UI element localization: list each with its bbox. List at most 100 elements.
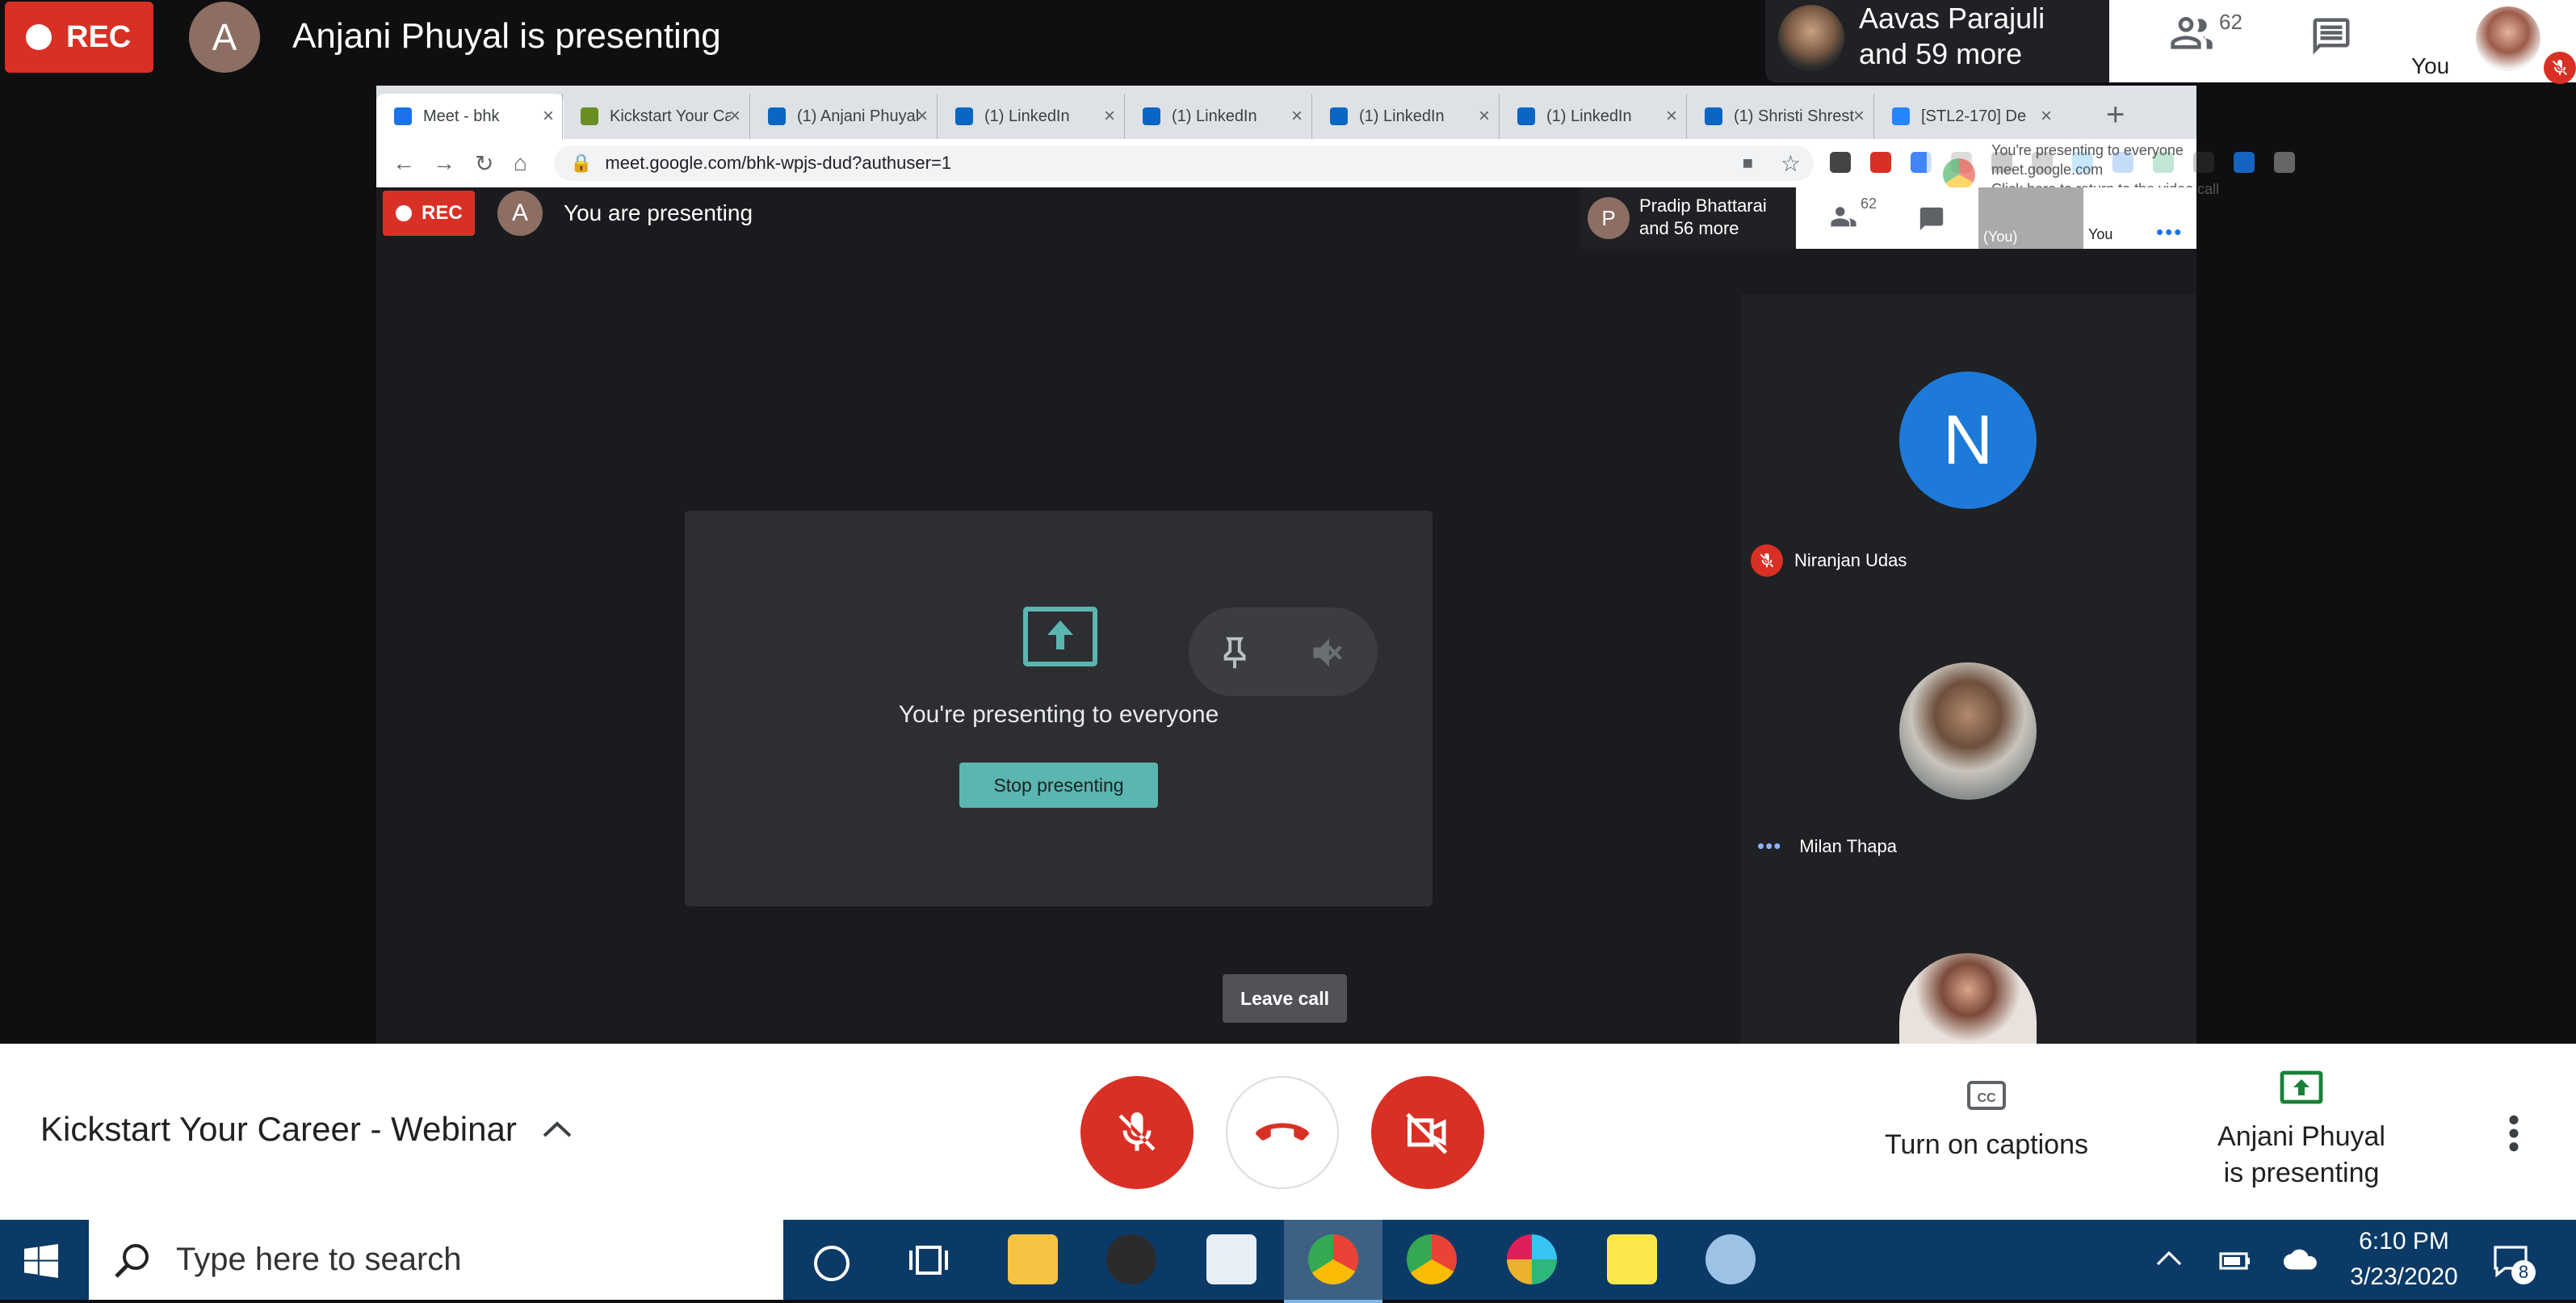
chrome-profile-icon[interactable]: [1407, 1234, 1457, 1284]
chrome-icon: [1943, 158, 1975, 191]
meet-top-right-panel: 62 You: [2109, 0, 2576, 84]
inner-participant-avatar: P: [1588, 197, 1630, 239]
inner-participant-name: Pradip Bhattarai: [1639, 195, 1767, 216]
participant-preview-more: and 59 more: [1859, 37, 2023, 70]
browser-tab[interactable]: (1) LinkedIn ×: [937, 94, 1125, 139]
participant-speaking-icon: •••: [1757, 834, 1782, 858]
inner-you-presenting-label: (You): [1983, 229, 2018, 245]
slack-icon[interactable]: [1507, 1234, 1557, 1284]
popup-line-1: You're presenting to everyone: [1991, 142, 2184, 158]
stop-presenting-button[interactable]: Stop presenting: [959, 763, 1158, 808]
more-options-icon[interactable]: [2507, 1113, 2521, 1154]
tab-close-icon[interactable]: ×: [2041, 105, 2052, 128]
reload-icon[interactable]: ↻: [475, 150, 493, 177]
taskbar-search-box[interactable]: Type here to search: [89, 1220, 783, 1300]
chat-button[interactable]: [2308, 15, 2355, 58]
meeting-details-button[interactable]: Kickstart Your Career - Webinar: [40, 1110, 573, 1149]
media-player-icon[interactable]: [1106, 1234, 1156, 1284]
tab-close-icon[interactable]: ×: [1291, 105, 1303, 128]
captions-label: Turn on captions: [1885, 1129, 2088, 1160]
camera-icon: ■: [1742, 153, 1753, 173]
participant-avatar-third: [1899, 953, 2037, 1044]
battery-icon[interactable]: [2217, 1247, 2253, 1273]
shared-screen-browser: Meet - bhk×Kickstart Your Career×(1) Anj…: [376, 86, 2295, 1044]
presenting-line-1: Anjani Phuyal: [2217, 1121, 2385, 1152]
recording-label: REC: [66, 19, 132, 54]
bookmark-star-icon[interactable]: ☆: [1781, 150, 1801, 177]
presenting-status-button[interactable]: Anjani Phuyal is presenting: [2180, 1070, 2423, 1189]
tab-close-icon[interactable]: ×: [1104, 105, 1115, 128]
new-tab-button[interactable]: +: [2106, 97, 2125, 133]
paint-icon[interactable]: [1705, 1234, 1756, 1284]
browser-tab[interactable]: (1) LinkedIn ×: [1124, 94, 1312, 139]
browser-tab[interactable]: (1) Shristi Shrestha×: [1686, 94, 1874, 139]
presenting-status: Anjani Phuyal is presenting: [292, 16, 721, 56]
onedrive-icon[interactable]: [2282, 1249, 2319, 1271]
chrome-icon[interactable]: [1308, 1234, 1358, 1284]
tab-close-icon[interactable]: ×: [1853, 105, 1865, 128]
back-icon[interactable]: ←: [392, 150, 415, 176]
meet-top-bar: REC A Anjani Phuyal is presenting Aavas …: [0, 0, 2576, 84]
tab-title: (1) LinkedIn: [984, 107, 1070, 125]
tab-favicon-icon: [1892, 107, 1910, 125]
browser-tab[interactable]: (1) Anjani Phuyal ×: [749, 94, 938, 139]
browser-extension-icon[interactable]: [1870, 152, 1891, 173]
sticky-notes-icon[interactable]: [1607, 1234, 1657, 1284]
presenting-card: You're presenting to everyone Stop prese…: [685, 511, 1433, 906]
recording-dot-icon: [26, 24, 52, 50]
pin-icon[interactable]: [1216, 632, 1253, 674]
inner-participants-preview[interactable]: P Pradip Bhattarai and 56 more: [1580, 187, 1796, 249]
tab-title: Kickstart Your Career: [610, 107, 731, 125]
browser-tab[interactable]: (1) LinkedIn ×: [1311, 94, 1500, 139]
participant-name-niranjan: Niranjan Udas: [1794, 550, 1907, 570]
tab-favicon-icon: [581, 107, 598, 125]
tab-close-icon[interactable]: ×: [917, 105, 928, 128]
self-muted-icon: [2544, 52, 2576, 84]
forward-icon[interactable]: →: [433, 150, 455, 176]
notepad-icon[interactable]: [1206, 1234, 1257, 1284]
file-explorer-icon[interactable]: [1008, 1234, 1058, 1284]
inner-recording-badge: REC: [383, 191, 475, 236]
captions-button[interactable]: CC Turn on captions: [1857, 1079, 2116, 1161]
browser-tab[interactable]: Meet - bhk ×: [376, 94, 564, 139]
home-icon[interactable]: ⌂: [514, 150, 527, 176]
closed-captions-icon: CC: [1967, 1081, 2006, 1110]
camera-toggle-button[interactable]: [1371, 1076, 1484, 1189]
tab-close-icon[interactable]: ×: [1666, 105, 1677, 128]
browser-extension-icon[interactable]: [2234, 152, 2255, 173]
participants-preview[interactable]: Aavas Parajuli and 59 more: [1765, 0, 2109, 82]
microphone-toggle-button[interactable]: [1080, 1076, 1194, 1189]
svg-text:CC: CC: [1977, 1091, 1996, 1105]
browser-tab[interactable]: Kickstart Your Career×: [562, 94, 750, 139]
cortana-icon[interactable]: [814, 1246, 850, 1281]
inner-more-options-icon[interactable]: •••: [2156, 220, 2183, 245]
participant-preview-name: Aavas Parajuli: [1859, 2, 2045, 35]
inner-self-presenting-tile: (You): [1978, 187, 2083, 249]
inner-chat-icon[interactable]: [1917, 205, 1946, 233]
tab-close-icon[interactable]: ×: [1479, 105, 1490, 128]
show-hidden-icons[interactable]: [2154, 1247, 2184, 1268]
browser-tab[interactable]: [STL2-170] De ×: [1873, 94, 2062, 139]
browser-extension-icon[interactable]: [1830, 152, 1851, 173]
tab-close-icon[interactable]: ×: [543, 105, 554, 128]
inner-recording-label: REC: [422, 202, 463, 224]
people-button[interactable]: 62: [2166, 10, 2263, 60]
tab-title: (1) Anjani Phuyal: [797, 107, 918, 125]
leave-call-button[interactable]: [1226, 1076, 1339, 1189]
browser-extension-icon[interactable]: [2274, 152, 2295, 173]
camera-off-icon: [1406, 1112, 1448, 1154]
hang-up-icon: [1256, 1123, 1309, 1141]
inner-presenter-avatar: A: [497, 191, 543, 236]
windows-taskbar: Type here to search 6:10 PM 3/23/2020 8: [0, 1220, 2576, 1303]
self-label: You: [2411, 53, 2450, 78]
tab-favicon-icon: [394, 107, 412, 125]
taskbar-clock[interactable]: 6:10 PM 3/23/2020: [2342, 1228, 2466, 1291]
browser-tab[interactable]: (1) LinkedIn ×: [1499, 94, 1687, 139]
task-view-icon[interactable]: [909, 1242, 948, 1278]
mute-audio-icon[interactable]: [1308, 632, 1350, 674]
address-bar[interactable]: 🔒 meet.google.com/bhk-wpjs-dud?authuser=…: [554, 145, 1814, 181]
windows-start-icon[interactable]: [24, 1244, 58, 1278]
tab-close-icon[interactable]: ×: [729, 105, 740, 128]
notification-center-icon[interactable]: 8: [2492, 1244, 2536, 1284]
inner-people-icon[interactable]: [1828, 204, 1859, 231]
